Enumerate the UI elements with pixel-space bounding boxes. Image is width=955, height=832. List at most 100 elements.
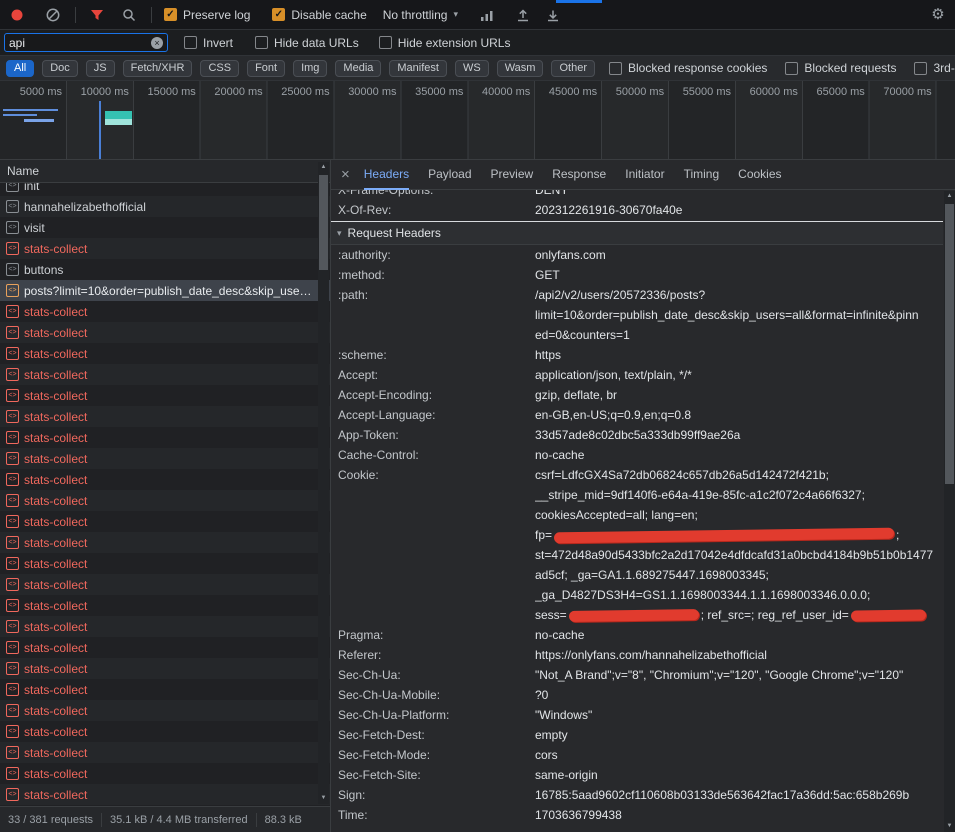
request-row[interactable]: <>stats-collect [0, 721, 330, 742]
request-headers-section[interactable]: ▾ Request Headers [331, 221, 943, 245]
scrollbar-thumb[interactable] [945, 204, 954, 484]
header-value-text: fp= [535, 528, 552, 542]
transferred-size: 35.1 kB / 4.4 MB transferred [110, 814, 248, 826]
hide-data-urls-checkbox[interactable]: Hide data URLs [255, 36, 359, 50]
tab-headers[interactable]: Headers [364, 160, 409, 190]
type-filter-ws[interactable]: WS [455, 60, 489, 77]
network-conditions-icon[interactable] [478, 6, 496, 24]
request-row[interactable]: <>stats-collect [0, 784, 330, 805]
scroll-up-icon[interactable]: ▲ [321, 162, 327, 173]
blocked-requests-checkbox[interactable]: Blocked requests [785, 61, 896, 75]
type-filter-manifest[interactable]: Manifest [389, 60, 447, 77]
request-row[interactable]: <>init [0, 183, 330, 196]
header-row: Sec-Fetch-Mode:cors [331, 745, 943, 765]
request-row[interactable]: <>stats-collect [0, 679, 330, 700]
type-filter-img[interactable]: Img [293, 60, 327, 77]
request-row[interactable]: <>stats-collect [0, 637, 330, 658]
type-filter-font[interactable]: Font [247, 60, 285, 77]
blocked-response-cookies-checkbox[interactable]: Blocked response cookies [609, 61, 767, 75]
request-row[interactable]: <>stats-collect [0, 742, 330, 763]
type-filter-doc[interactable]: Doc [42, 60, 78, 77]
type-filter-fetch-xhr[interactable]: Fetch/XHR [123, 60, 193, 77]
request-row[interactable]: <>stats-collect [0, 448, 330, 469]
request-name: stats-collect [24, 662, 103, 676]
request-row[interactable]: <>stats-collect [0, 658, 330, 679]
scroll-down-icon[interactable]: ▼ [321, 793, 327, 804]
type-filter-js[interactable]: JS [86, 60, 115, 77]
preserve-log-checkbox[interactable]: ✓ Preserve log [164, 8, 250, 22]
request-name: stats-collect [24, 788, 103, 802]
header-value: https [535, 345, 943, 365]
header-value-line: csrf=LdfcGX4Sa72db06824c657db26a5d142472… [535, 465, 943, 485]
tab-payload[interactable]: Payload [428, 160, 471, 190]
hide-extension-urls-checkbox[interactable]: Hide extension URLs [379, 36, 511, 50]
request-row[interactable]: <>stats-collect [0, 616, 330, 637]
tab-timing[interactable]: Timing [684, 160, 720, 190]
request-row[interactable]: <>stats-collect [0, 763, 330, 784]
request-row[interactable]: <>stats-collect [0, 406, 330, 427]
type-filter-media[interactable]: Media [335, 60, 381, 77]
filter-icon[interactable] [88, 6, 106, 24]
timeline-overview[interactable]: 5000 ms10000 ms15000 ms20000 ms25000 ms3… [0, 81, 955, 160]
type-filter-all[interactable]: All [6, 60, 34, 77]
scroll-down-icon[interactable]: ▼ [947, 821, 953, 832]
tab-cookies[interactable]: Cookies [738, 160, 781, 190]
request-row[interactable]: <>stats-collect [0, 385, 330, 406]
search-icon[interactable] [120, 6, 138, 24]
har-import-icon[interactable] [514, 6, 532, 24]
clear-filter-icon[interactable]: × [151, 37, 163, 49]
header-value: https://onlyfans.com/hannahelizabethoffi… [535, 645, 943, 665]
header-value: /api2/v2/users/20572336/posts?limit=10&o… [535, 285, 943, 345]
request-row[interactable]: <>stats-collect [0, 490, 330, 511]
filter-input[interactable] [9, 36, 147, 50]
request-row[interactable]: <>stats-collect [0, 301, 330, 322]
invert-checkbox[interactable]: Invert [184, 36, 233, 50]
request-row[interactable]: <>stats-collect [0, 469, 330, 490]
close-details-icon[interactable]: × [341, 160, 350, 190]
request-name: stats-collect [24, 683, 103, 697]
request-row[interactable]: <>stats-collect [0, 364, 330, 385]
tab-initiator[interactable]: Initiator [625, 160, 664, 190]
details-scrollbar[interactable]: ▲ ▼ [944, 191, 955, 832]
settings-gear-icon[interactable]: ⚙ [929, 6, 947, 24]
tab-preview[interactable]: Preview [491, 160, 534, 190]
name-column-header[interactable]: Name [0, 160, 330, 183]
header-name: Referer: [338, 645, 535, 665]
request-row[interactable]: <>stats-collect [0, 322, 330, 343]
request-row[interactable]: <>stats-collect [0, 574, 330, 595]
request-row[interactable]: <> posts?limit=10&order=publish_date_desc… [0, 280, 330, 301]
header-row: Sec-Ch-Ua-Platform:"Windows" [331, 705, 943, 725]
request-name: stats-collect [24, 620, 103, 634]
type-filter-css[interactable]: CSS [200, 60, 239, 77]
request-row[interactable]: <>stats-collect [0, 343, 330, 364]
request-row[interactable]: <>stats-collect [0, 511, 330, 532]
3rd-party-requests-checkbox[interactable]: 3rd-party requests [914, 61, 955, 75]
request-list-scrollbar[interactable]: ▲ ▼ [318, 162, 329, 804]
request-row[interactable]: <>visit [0, 217, 330, 238]
scroll-up-icon[interactable]: ▲ [947, 191, 953, 202]
request-row[interactable]: <>stats-collect [0, 553, 330, 574]
disable-cache-checkbox[interactable]: ✓ Disable cache [272, 8, 366, 22]
throttling-dropdown[interactable]: No throttling ▾ [383, 8, 458, 22]
har-export-icon[interactable] [544, 6, 562, 24]
checkbox-icon [914, 62, 927, 75]
clear-icon[interactable] [44, 6, 62, 24]
request-name: posts?limit=10&order=publish_date_desc&s… [24, 284, 330, 298]
request-row[interactable]: <>stats-collect [0, 595, 330, 616]
tab-response[interactable]: Response [552, 160, 606, 190]
request-type-icon: <> [6, 389, 19, 402]
type-filter-other[interactable]: Other [551, 60, 595, 77]
header-row: X-Of-Rev:202312261916-30670fa40e [331, 200, 943, 220]
record-icon[interactable] [8, 6, 26, 24]
request-row[interactable]: <>hannahelizabethofficial [0, 196, 330, 217]
type-filter-wasm[interactable]: Wasm [497, 60, 544, 77]
request-row[interactable]: <>stats-collect [0, 700, 330, 721]
scrollbar-thumb[interactable] [319, 175, 328, 270]
request-row[interactable]: <>stats-collect [0, 427, 330, 448]
request-row[interactable]: <>buttons [0, 259, 330, 280]
request-name: stats-collect [24, 368, 103, 382]
request-row[interactable]: <>stats-collect [0, 532, 330, 553]
request-type-icon: <> [6, 284, 19, 297]
request-row[interactable]: <>stats-collect [0, 238, 330, 259]
header-row: Accept-Encoding:gzip, deflate, br [331, 385, 943, 405]
